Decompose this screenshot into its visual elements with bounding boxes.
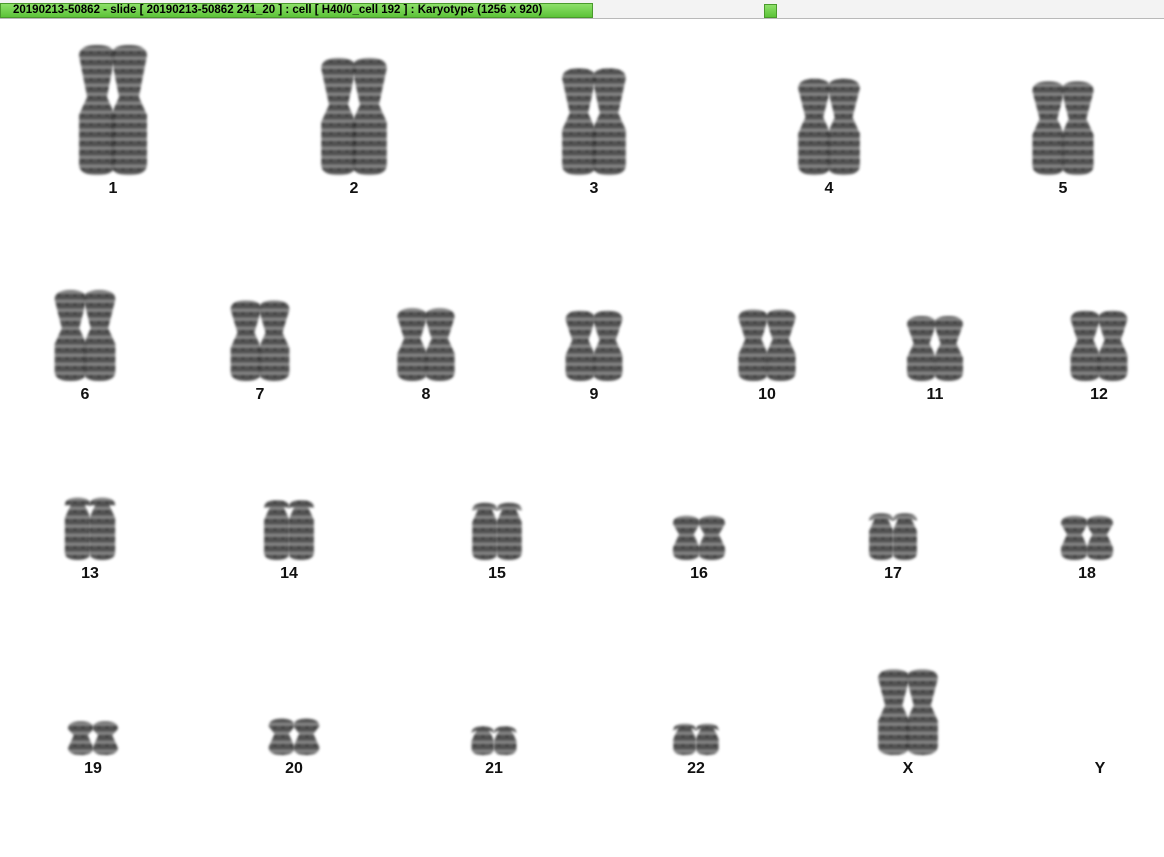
- chromatid: [471, 726, 495, 755]
- chromatid: [672, 515, 700, 560]
- chromosome-label-4: 4: [824, 180, 834, 197]
- chromosome-label-2: 2: [349, 180, 359, 197]
- chromatid: [695, 723, 719, 755]
- chromosome-label-6: 6: [80, 386, 90, 403]
- chromosome-pair-9[interactable]: [565, 310, 623, 381]
- window-title: 20190213-50862 - slide [ 20190213-50862 …: [13, 4, 543, 16]
- chromosome-pair-19[interactable]: [67, 721, 119, 755]
- chromosome-pair-7[interactable]: [230, 300, 290, 381]
- chromosome-pair-18[interactable]: [1060, 515, 1114, 560]
- chromatid: [765, 309, 796, 381]
- chromosome-label-20: 20: [285, 760, 303, 777]
- chromosome-label-8: 8: [421, 386, 431, 403]
- chromosome-label-22: 22: [687, 760, 705, 777]
- chromatid: [83, 290, 116, 381]
- chromosome-pair-22[interactable]: [673, 723, 719, 755]
- chromosome-label-7: 7: [255, 386, 265, 403]
- chromatid: [397, 308, 428, 381]
- chromosome-pair-17[interactable]: [869, 513, 917, 560]
- chromosome-pair-13[interactable]: [64, 497, 116, 560]
- chromatid: [1032, 81, 1065, 175]
- chromatid: [892, 513, 917, 560]
- chromatid: [496, 502, 522, 560]
- chromosome-pair-2[interactable]: [321, 58, 387, 175]
- chromatid: [321, 58, 356, 175]
- chromatid: [565, 310, 596, 381]
- chromosome-pair-12[interactable]: [1070, 310, 1128, 381]
- chromatid: [1097, 310, 1128, 381]
- chromatid: [1061, 81, 1094, 175]
- chromatid: [869, 513, 894, 560]
- chromosome-label-5: 5: [1058, 180, 1068, 197]
- chromatid: [288, 500, 314, 560]
- chromosome-pair-21[interactable]: [471, 726, 517, 755]
- chromosome-label-1: 1: [108, 180, 118, 197]
- chromosome-pair-16[interactable]: [672, 515, 726, 560]
- chromatid: [1060, 515, 1088, 560]
- chromatid: [79, 45, 116, 175]
- chromosome-label-3: 3: [589, 180, 599, 197]
- chromosome-label-x: X: [902, 760, 914, 777]
- title-bar: 20190213-50862 - slide [ 20190213-50862 …: [0, 0, 1164, 19]
- chromosome-label-10: 10: [758, 386, 776, 403]
- chromosome-pair-14[interactable]: [264, 500, 314, 560]
- chromosome-pair-6[interactable]: [54, 290, 116, 381]
- chromatid: [1070, 310, 1101, 381]
- chromatid: [1086, 515, 1114, 560]
- chromatid: [230, 300, 262, 381]
- chromatid: [933, 316, 963, 381]
- chromatid: [92, 721, 119, 755]
- chromatid: [424, 308, 455, 381]
- chromatid: [798, 78, 831, 175]
- chromosome-pair-x[interactable]: [878, 669, 938, 755]
- chromosome-label-16: 16: [690, 565, 708, 582]
- chromatid: [89, 497, 116, 560]
- chromosome-label-15: 15: [488, 565, 506, 582]
- chromatid: [67, 721, 94, 755]
- chromosome-pair-1[interactable]: [79, 45, 147, 175]
- chromatid: [592, 310, 623, 381]
- chromatid: [906, 669, 938, 755]
- chromosome-pair-3[interactable]: [562, 68, 626, 175]
- chromatid: [827, 78, 860, 175]
- chromosome-label-17: 17: [884, 565, 902, 582]
- chromatid: [110, 45, 147, 175]
- chromosome-label-21: 21: [485, 760, 503, 777]
- window-title-tab[interactable]: 20190213-50862 - slide [ 20190213-50862 …: [0, 3, 593, 18]
- chromatid: [293, 718, 320, 755]
- chromosome-label-12: 12: [1090, 386, 1108, 403]
- chromatid: [907, 316, 937, 381]
- chromosome-pair-8[interactable]: [397, 308, 455, 381]
- chromatid: [352, 58, 387, 175]
- chromatid: [878, 669, 910, 755]
- chromatid: [472, 502, 498, 560]
- chromosome-label-13: 13: [81, 565, 99, 582]
- chromosome-label-y: Y: [1094, 760, 1106, 777]
- chromatid: [493, 726, 517, 755]
- chromosome-pair-4[interactable]: [798, 78, 860, 175]
- chromosome-pair-15[interactable]: [472, 502, 522, 560]
- chromosome-pair-20[interactable]: [268, 718, 320, 755]
- chromatid: [562, 68, 596, 175]
- chromatid: [738, 309, 769, 381]
- karyotype-canvas: [54, 45, 1128, 755]
- chromatid: [264, 500, 290, 560]
- chromosome-label-18: 18: [1078, 565, 1096, 582]
- chromosome-label-11: 11: [926, 386, 944, 403]
- chromosome-pair-11[interactable]: [907, 316, 963, 381]
- chromosome-label-19: 19: [84, 760, 102, 777]
- chromatid: [54, 290, 87, 381]
- chromosome-label-14: 14: [280, 565, 298, 582]
- chromatid: [268, 718, 295, 755]
- chromosome-pair-5[interactable]: [1032, 81, 1094, 175]
- chromatid: [698, 515, 726, 560]
- chromatid: [64, 497, 91, 560]
- title-bar-button[interactable]: [764, 4, 777, 18]
- chromosome-label-9: 9: [589, 386, 599, 403]
- chromosome-pair-10[interactable]: [738, 309, 796, 382]
- chromatid: [592, 68, 626, 175]
- chromatid: [673, 723, 697, 755]
- chromatid: [258, 300, 290, 381]
